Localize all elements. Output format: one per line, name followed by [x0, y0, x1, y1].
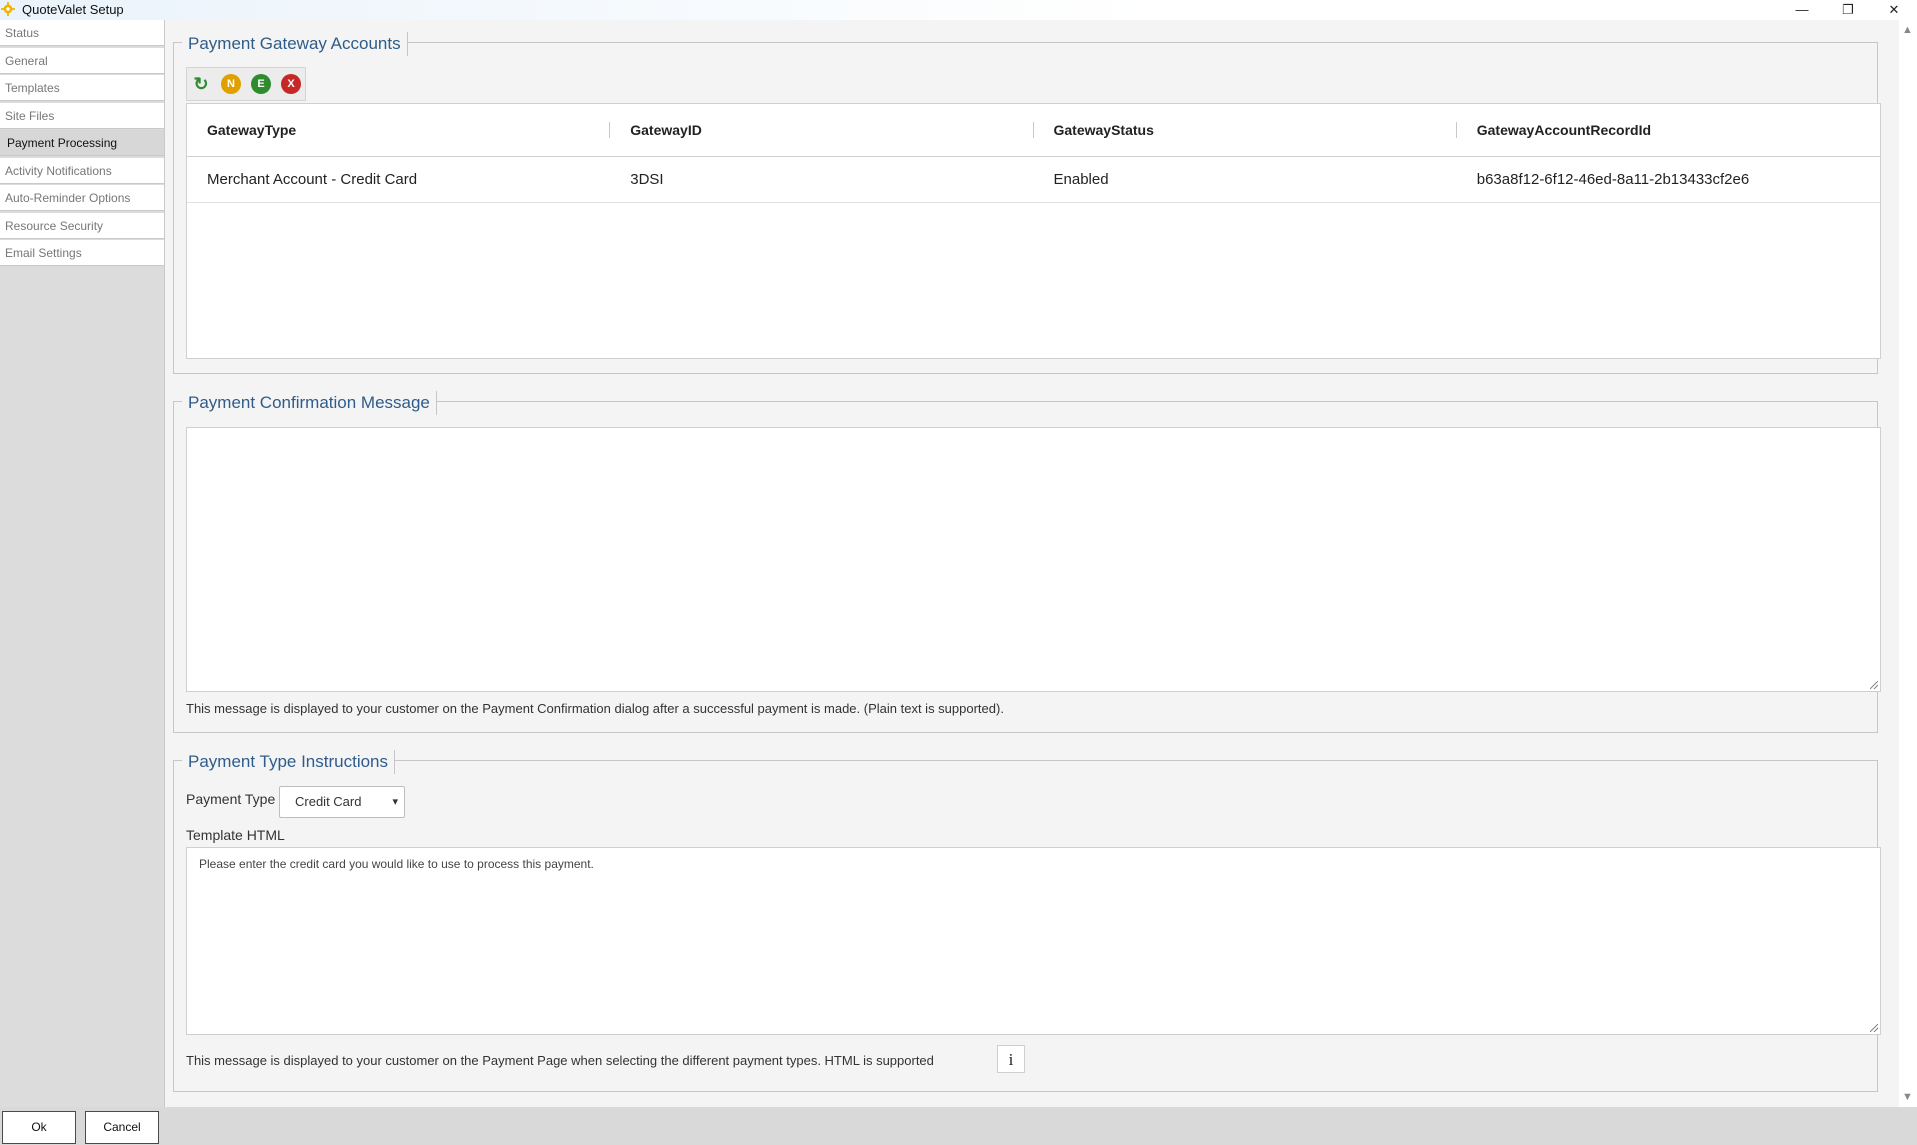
sidebar-item-general[interactable]: General — [0, 47, 164, 74]
cell-gateway-id: 3DSI — [630, 171, 664, 188]
gateway-accounts-group: Payment Gateway Accounts ↻ N E X Gateway… — [173, 32, 1881, 374]
payment-type-instructions-group: Payment Type Instructions Payment Type C… — [173, 750, 1881, 1092]
refresh-icon[interactable]: ↻ — [191, 74, 211, 94]
payment-type-instructions-title: Payment Type Instructions — [182, 750, 396, 774]
cell-gateway-type: Merchant Account - Credit Card — [207, 171, 418, 188]
restore-button[interactable]: ❐ — [1825, 0, 1871, 20]
sidebar-item-site-files[interactable]: Site Files — [0, 102, 164, 129]
ok-button[interactable]: Ok — [2, 1111, 76, 1144]
sidebar-item-activity-notifications[interactable]: Activity Notifications — [0, 157, 164, 184]
column-header-gateway-account-record-id[interactable]: GatewayAccountRecordId — [1457, 104, 1880, 156]
gateway-table: GatewayType GatewayID GatewayStatus Gate… — [186, 103, 1881, 359]
gateway-accounts-title: Payment Gateway Accounts — [182, 32, 408, 56]
column-header-gateway-status[interactable]: GatewayStatus — [1034, 104, 1458, 156]
close-button[interactable]: ✕ — [1871, 0, 1917, 20]
table-row[interactable]: Merchant Account - Credit Card 3DSI Enab… — [187, 157, 1880, 203]
footer-bar: Ok Cancel — [0, 1107, 1917, 1145]
sidebar-item-auto-reminder-options[interactable]: Auto-Reminder Options — [0, 185, 164, 211]
column-header-gateway-type[interactable]: GatewayType — [187, 104, 611, 156]
cell-gateway-status: Enabled — [1053, 171, 1109, 188]
confirmation-message-note: This message is displayed to your custom… — [186, 701, 1004, 716]
payment-type-label: Payment Type — [186, 791, 276, 807]
template-html-label: Template HTML — [186, 827, 285, 843]
chevron-down-icon: ▾ — [392, 796, 398, 808]
scroll-down-icon[interactable]: ▼ — [1902, 1091, 1913, 1103]
confirmation-message-group: Payment Confirmation Message This messag… — [173, 391, 1881, 733]
payment-type-selected-value: Credit Card — [295, 794, 362, 809]
gateway-toolbar: ↻ N E X — [186, 67, 306, 101]
sidebar-item-payment-processing[interactable]: Payment Processing — [0, 130, 164, 156]
delete-gateway-button[interactable]: X — [281, 74, 301, 94]
sidebar-item-status[interactable]: Status — [0, 20, 164, 46]
template-html-textarea[interactable]: Please enter the credit card you would l… — [186, 847, 1881, 1035]
window-title: QuoteValet Setup — [22, 2, 124, 17]
payment-type-select[interactable]: Credit Card ▾ — [279, 786, 405, 818]
main-panel: Payment Gateway Accounts ↻ N E X Gateway… — [165, 20, 1899, 1107]
table-header: GatewayType GatewayID GatewayStatus Gate… — [187, 104, 1880, 157]
cell-gateway-account-record-id: b63a8f12-6f12-46ed-8a11-2b13433cf2e6 — [1476, 171, 1750, 188]
template-html-value: Please enter the credit card you would l… — [199, 857, 594, 871]
vertical-scrollbar[interactable]: ▲ ▼ — [1899, 20, 1917, 1107]
sidebar-item-resource-security[interactable]: Resource Security — [0, 212, 164, 239]
sidebar-item-templates[interactable]: Templates — [0, 75, 164, 101]
confirmation-message-textarea[interactable] — [186, 427, 1881, 692]
cancel-button[interactable]: Cancel — [85, 1111, 159, 1144]
title-bar: QuoteValet Setup — ❐ ✕ — [0, 0, 1917, 20]
resize-grip-icon[interactable] — [1870, 681, 1878, 689]
new-gateway-button[interactable]: N — [221, 74, 241, 94]
sidebar-item-email-settings[interactable]: Email Settings — [0, 240, 164, 266]
sidebar: Status General Templates Site Files Paym… — [0, 20, 165, 1107]
template-html-note: This message is displayed to your custom… — [186, 1053, 934, 1068]
gear-icon — [1, 2, 15, 16]
confirmation-message-title: Payment Confirmation Message — [182, 391, 437, 415]
column-header-gateway-id[interactable]: GatewayID — [610, 104, 1034, 156]
info-icon[interactable]: i — [997, 1045, 1025, 1073]
minimize-button[interactable]: — — [1779, 0, 1825, 20]
edit-gateway-button[interactable]: E — [251, 74, 271, 94]
resize-grip-icon[interactable] — [1870, 1024, 1878, 1032]
scroll-up-icon[interactable]: ▲ — [1902, 24, 1913, 36]
